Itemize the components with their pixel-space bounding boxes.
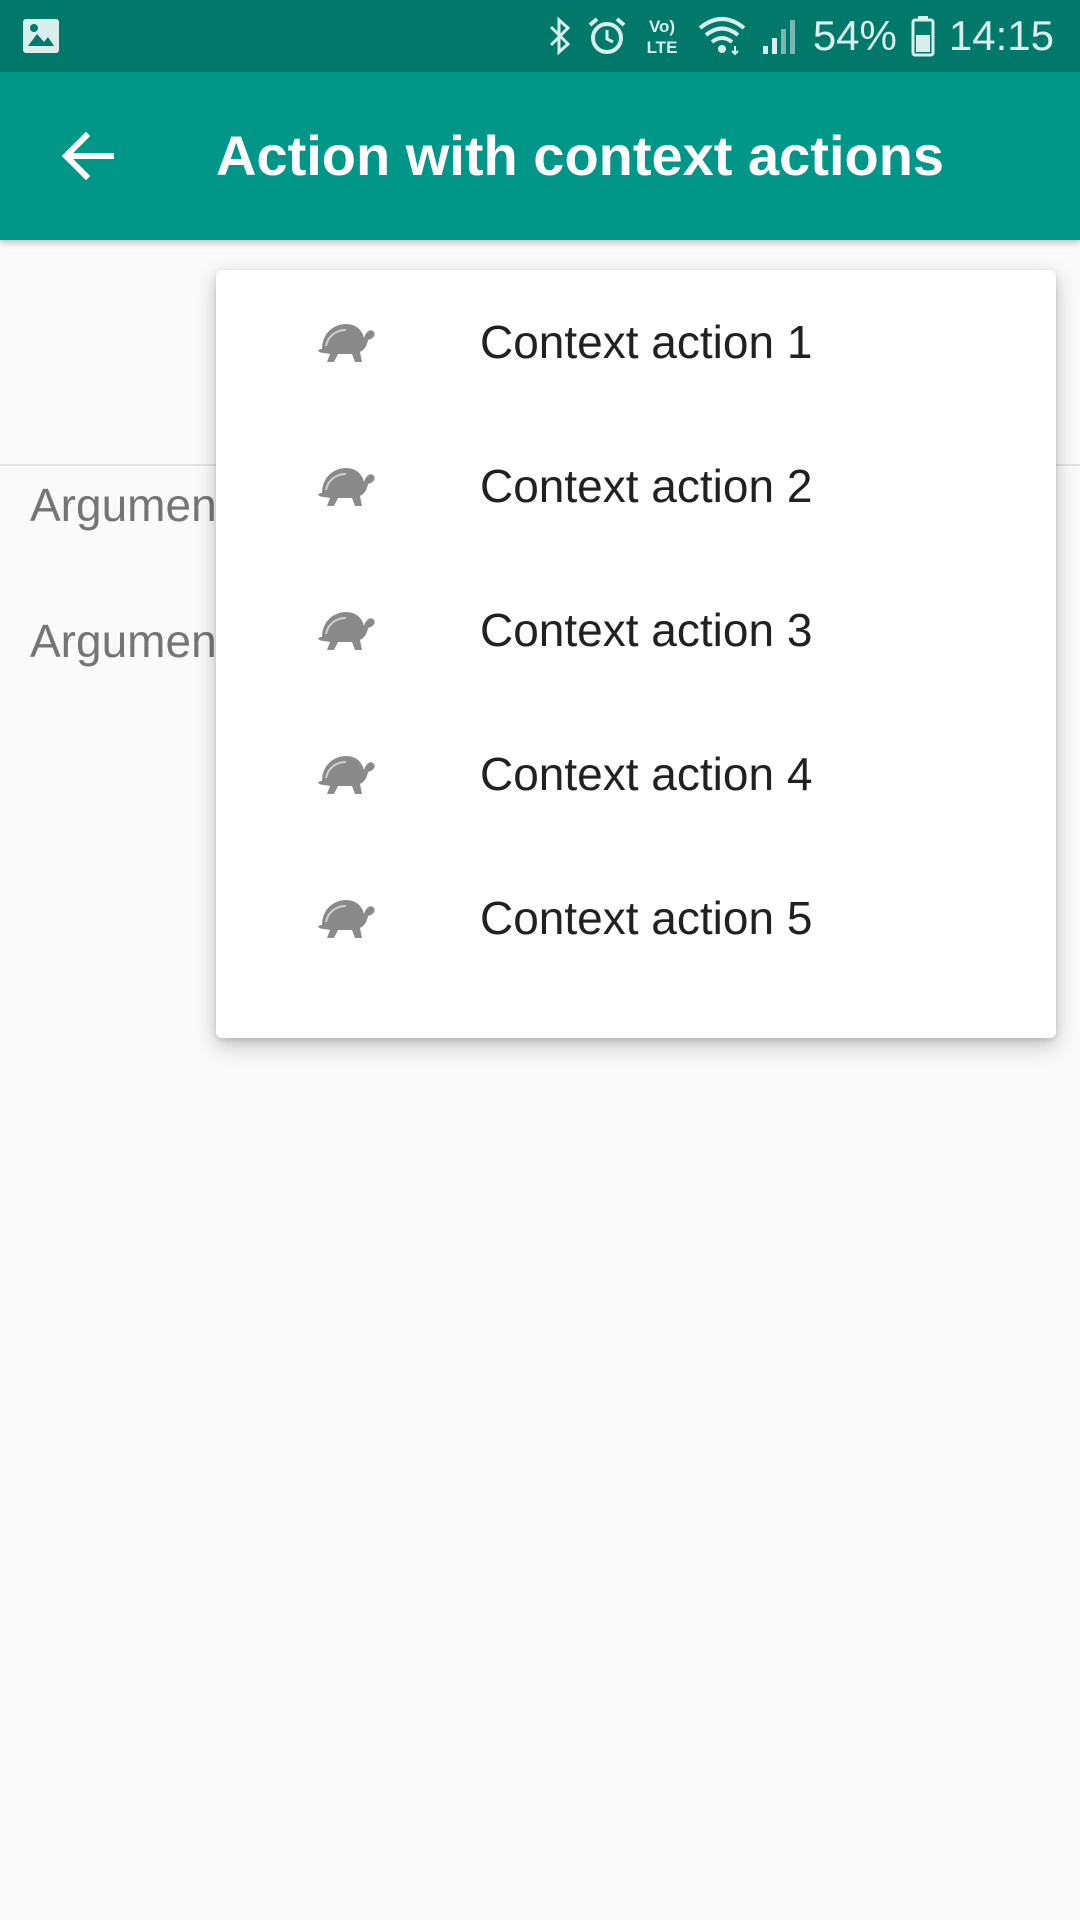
wifi-icon [698,17,746,56]
menu-item-context-action-3[interactable]: Context action 3 [216,558,1056,702]
bluetooth-icon [549,16,571,56]
turtle-icon [318,324,375,362]
battery-icon [911,16,935,57]
svg-text:Vo): Vo) [649,17,675,36]
status-bar: Vo) LTE 54% 14:15 [0,0,1080,72]
menu-item-label: Context action 5 [480,892,813,944]
status-left [22,18,60,59]
menu-item-label: Context action 3 [480,604,813,656]
status-time: 14:15 [948,12,1054,59]
turtle-icon [318,756,375,794]
back-button[interactable] [44,112,132,200]
alarm-icon [588,17,626,54]
page-title: Action with context actions [216,124,945,187]
app-bar: Action with context actions [0,72,1080,240]
status-right: Vo) LTE 54% 14:15 [547,0,1054,72]
menu-item-context-action-1[interactable]: Context action 1 [216,270,1056,414]
menu-item-context-action-2[interactable]: Context action 2 [216,414,1056,558]
volte-icon: Vo) LTE [646,17,677,57]
battery-percentage: 54% [812,12,897,59]
menu-item-context-action-4[interactable]: Context action 4 [216,702,1056,846]
turtle-icon [318,468,375,506]
menu-item-label: Context action 1 [480,316,813,368]
context-menu: Context action 1 Context action 2 Contex… [216,270,1056,1038]
turtle-icon [318,612,375,650]
menu-item-label: Context action 4 [480,748,813,800]
menu-item-context-action-5[interactable]: Context action 5 [216,846,1056,990]
image-icon [23,19,59,53]
menu-item-label: Context action 2 [480,460,813,512]
turtle-icon [318,900,375,938]
signal-icon [762,20,795,54]
list-item-label: Argumen [30,615,217,667]
svg-text:LTE: LTE [646,38,677,57]
list-item-label: Argumen [30,479,217,531]
arrow-back-icon [62,132,114,180]
